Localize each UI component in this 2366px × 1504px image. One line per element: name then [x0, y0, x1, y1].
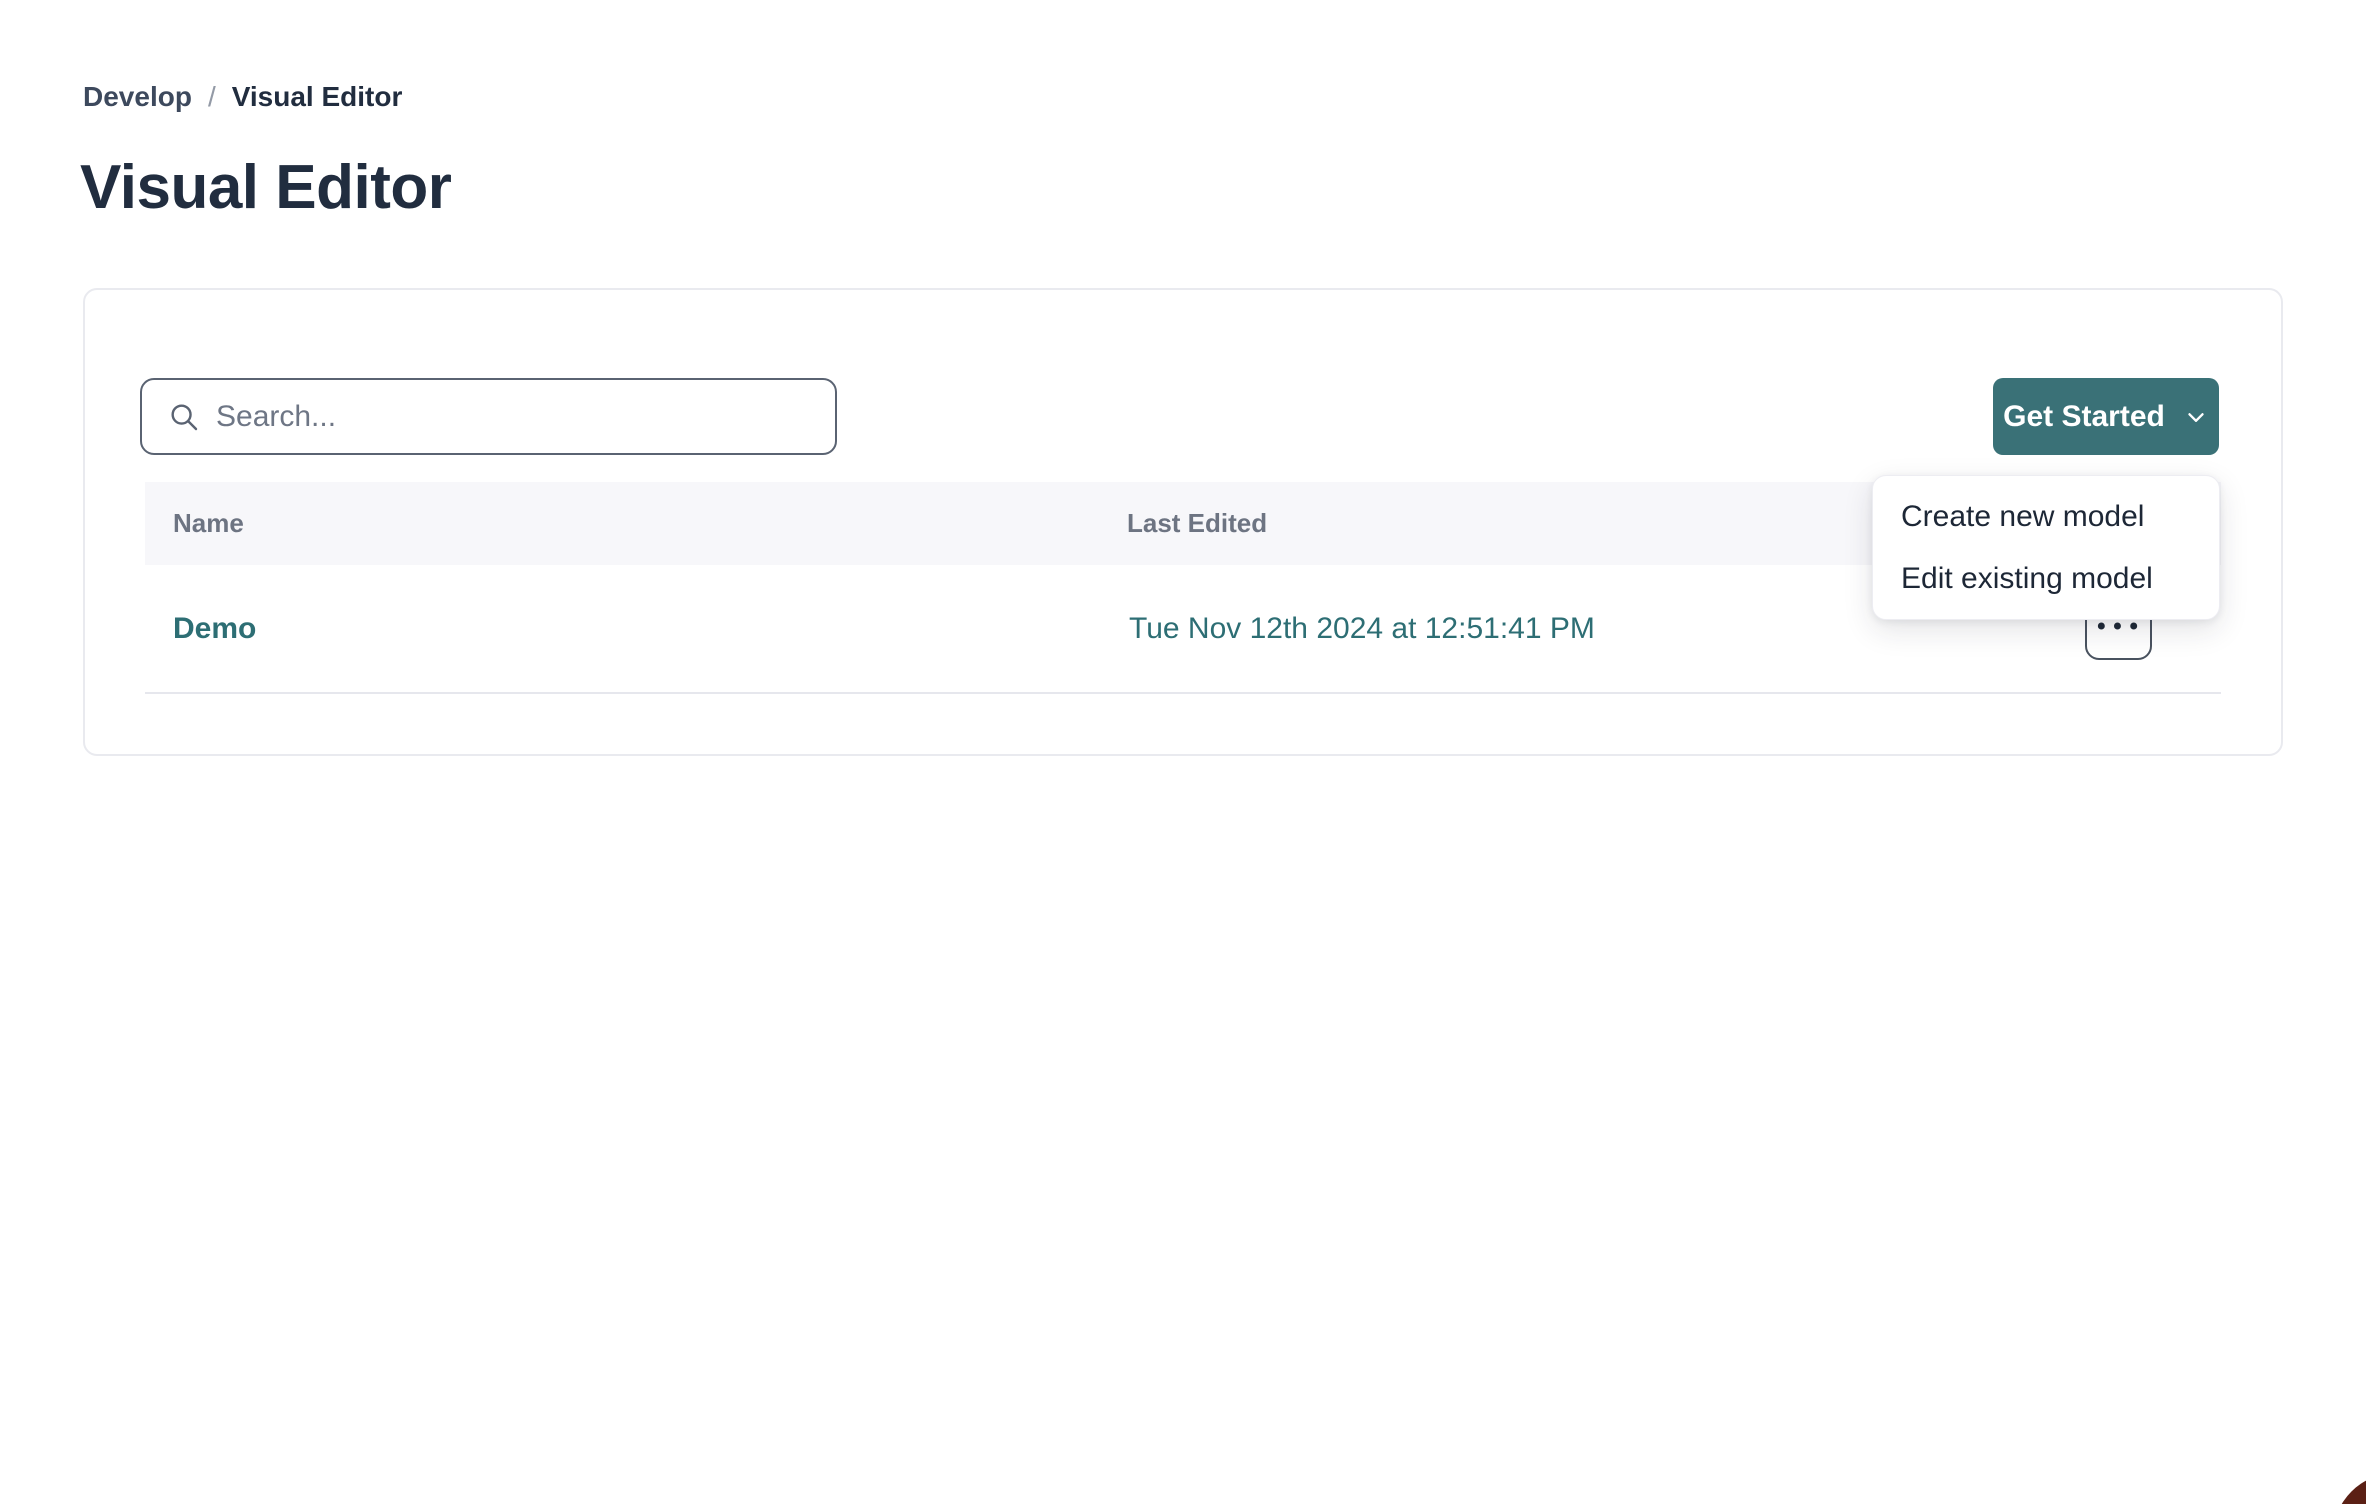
page-title: Visual Editor	[80, 152, 451, 223]
column-header-last-edited: Last Edited	[1127, 482, 1267, 565]
search-input[interactable]	[200, 380, 835, 453]
breadcrumb: Develop / Visual Editor	[83, 82, 402, 113]
menu-item-edit-existing-model[interactable]: Edit existing model	[1873, 548, 2219, 610]
breadcrumb-link-develop[interactable]: Develop	[83, 82, 192, 113]
breadcrumb-current: Visual Editor	[232, 82, 403, 113]
menu-item-create-new-model[interactable]: Create new model	[1873, 486, 2219, 548]
get-started-button[interactable]: Get Started	[1993, 378, 2219, 455]
breadcrumb-separator: /	[208, 82, 216, 113]
get-started-menu: Create new model Edit existing model	[1872, 475, 2220, 620]
model-name-link[interactable]: Demo	[173, 565, 256, 693]
get-started-label: Get Started	[2003, 400, 2165, 434]
corner-red-shape	[2333, 1473, 2366, 1504]
model-last-edited[interactable]: Tue Nov 12th 2024 at 12:51:41 PM	[1129, 565, 1595, 693]
search-box[interactable]	[140, 378, 837, 455]
row-divider	[145, 692, 2221, 694]
page: Develop / Visual Editor Visual Editor Ge…	[0, 0, 2366, 1504]
chevron-down-icon	[2183, 404, 2209, 430]
search-icon	[168, 401, 200, 433]
column-header-name: Name	[173, 482, 244, 565]
